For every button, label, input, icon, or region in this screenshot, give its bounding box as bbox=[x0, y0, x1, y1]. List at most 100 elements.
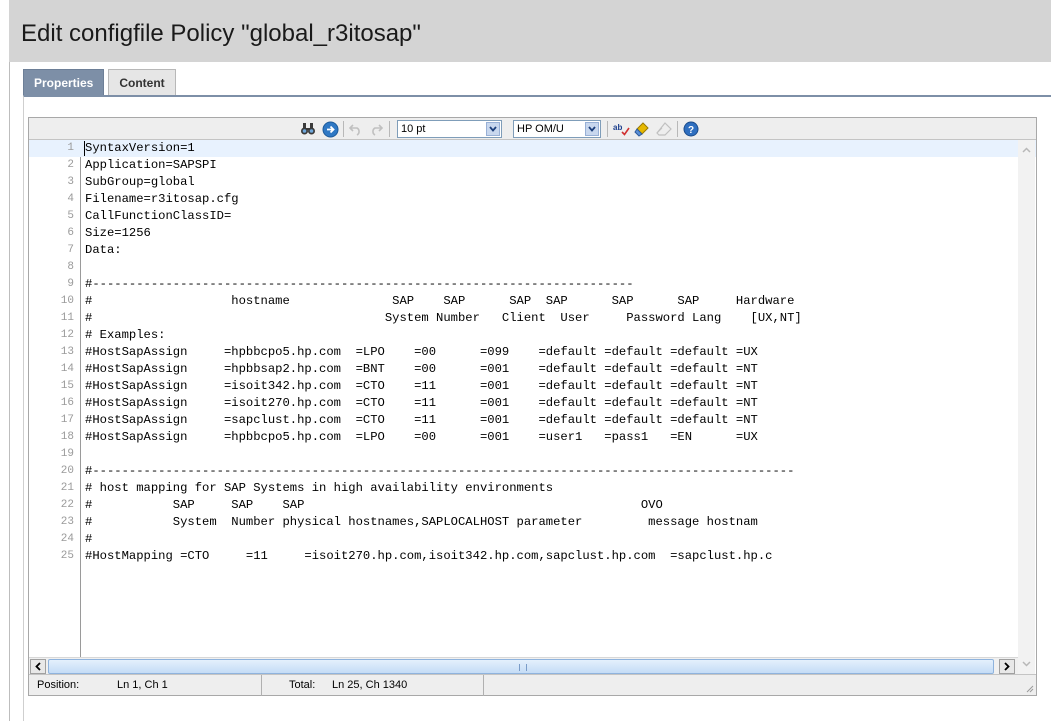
code-line[interactable]: 12 # Examples: bbox=[29, 327, 1036, 344]
line-text: # Examples: bbox=[85, 328, 166, 342]
code-line[interactable]: 14 #HostSapAssign =hpbbsap2.hp.com =BNT =… bbox=[29, 361, 1036, 378]
line-number: 9 bbox=[67, 278, 74, 290]
code-line[interactable]: 5 CallFunctionClassID= bbox=[29, 208, 1036, 225]
text-cursor bbox=[84, 141, 85, 156]
line-text: # bbox=[85, 532, 93, 546]
undo-icon[interactable] bbox=[347, 120, 365, 138]
scroll-down-icon[interactable] bbox=[1019, 656, 1034, 671]
line-text: #HostSapAssign =hpbbcpo5.hp.com =LPO =00… bbox=[85, 345, 758, 359]
chevron-down-icon bbox=[486, 122, 500, 136]
line-text: CallFunctionClassID= bbox=[85, 209, 232, 223]
status-bar: Position: Ln 1, Ch 1 Total: Ln 25, Ch 13… bbox=[29, 674, 1036, 696]
editor-toolbar: 10 pt HP OM/U ab ? bbox=[29, 118, 1036, 140]
tab-properties[interactable]: Properties bbox=[23, 69, 105, 95]
line-number: 19 bbox=[60, 448, 74, 460]
line-number: 10 bbox=[60, 295, 74, 307]
find-icon[interactable] bbox=[299, 120, 317, 138]
line-number: 21 bbox=[60, 482, 74, 494]
svg-text:ab: ab bbox=[613, 123, 622, 132]
total-value: Ln 25, Ch 1340 bbox=[332, 679, 408, 691]
scroll-up-icon[interactable] bbox=[1019, 142, 1034, 157]
line-number: 4 bbox=[67, 193, 74, 205]
line-number: 14 bbox=[60, 363, 74, 375]
line-number: 20 bbox=[60, 465, 74, 477]
line-text: # System Number Client User Password Lan… bbox=[85, 311, 802, 325]
line-text: #HostSapAssign =isoit342.hp.com =CTO =11… bbox=[85, 379, 758, 393]
position-value: Ln 1, Ch 1 bbox=[117, 679, 168, 691]
code-line[interactable]: 21 # host mapping for SAP Systems in high… bbox=[29, 480, 1036, 497]
line-text: #---------------------------------------… bbox=[85, 464, 795, 478]
clean-icon[interactable] bbox=[633, 120, 651, 138]
line-number: 12 bbox=[60, 329, 74, 341]
line-number: 18 bbox=[60, 431, 74, 443]
help-icon[interactable]: ? bbox=[682, 120, 700, 138]
code-area[interactable]: 1 SyntaxVersion=1 2 Application=SAPSPI 3 SubG… bbox=[29, 140, 1036, 657]
line-text: #HostSapAssign =sapclust.hp.com =CTO =11… bbox=[85, 413, 758, 427]
code-line[interactable]: 7 Data: bbox=[29, 242, 1036, 259]
line-text: # hostname SAP SAP SAP SAP SAP SAP Hardw… bbox=[85, 294, 795, 308]
line-number: 25 bbox=[60, 550, 74, 562]
line-number: 23 bbox=[60, 516, 74, 528]
code-line[interactable]: 18 #HostSapAssign =hpbbcpo5.hp.com =LPO =… bbox=[29, 429, 1036, 446]
vertical-scrollbar[interactable] bbox=[1018, 140, 1035, 674]
code-line[interactable]: 20 #-------------------------------------… bbox=[29, 463, 1036, 480]
code-line[interactable]: 16 #HostSapAssign =isoit270.hp.com =CTO =… bbox=[29, 395, 1036, 412]
line-text: # System Number physical hostnames,SAPLO… bbox=[85, 515, 758, 529]
font-size-value: 10 pt bbox=[401, 123, 426, 135]
title-bar: Edit configfile Policy "global_r3itosap" bbox=[9, 0, 1051, 62]
code-line[interactable]: 9 #--------------------------------------… bbox=[29, 276, 1036, 293]
resize-grip-icon[interactable] bbox=[1024, 683, 1034, 693]
line-text: #HostSapAssign =hpbbcpo5.hp.com =LPO =00… bbox=[85, 430, 758, 444]
horizontal-scrollbar[interactable] bbox=[29, 657, 1018, 674]
position-label: Position: bbox=[37, 679, 80, 691]
line-number: 2 bbox=[67, 159, 74, 171]
chevron-down-icon bbox=[585, 122, 599, 136]
goto-icon[interactable] bbox=[321, 120, 339, 138]
line-text: Size=1256 bbox=[85, 226, 151, 240]
line-text: #HostMapping =CTO =11 =isoit270.hp.com,i… bbox=[85, 549, 773, 563]
scroll-right-icon[interactable] bbox=[999, 659, 1015, 674]
code-line[interactable]: 3 SubGroup=global bbox=[29, 174, 1036, 191]
line-text: #---------------------------------------… bbox=[85, 277, 634, 291]
line-number: 5 bbox=[67, 210, 74, 222]
line-number: 8 bbox=[67, 261, 74, 273]
line-number: 24 bbox=[60, 533, 74, 545]
code-line[interactable]: 17 #HostSapAssign =sapclust.hp.com =CTO =… bbox=[29, 412, 1036, 429]
syntax-select[interactable]: HP OM/U bbox=[513, 120, 601, 138]
code-line[interactable]: 11 # System Number Client User Password L… bbox=[29, 310, 1036, 327]
font-size-select[interactable]: 10 pt bbox=[397, 120, 502, 138]
code-line[interactable]: 25 #HostMapping =CTO =11 =isoit270.hp.com… bbox=[29, 548, 1036, 565]
code-line[interactable]: 19 bbox=[29, 446, 1036, 463]
code-line[interactable]: 4 Filename=r3itosap.cfg bbox=[29, 191, 1036, 208]
code-line[interactable]: 15 #HostSapAssign =isoit342.hp.com =CTO =… bbox=[29, 378, 1036, 395]
line-text: # host mapping for SAP Systems in high a… bbox=[85, 481, 554, 495]
line-text: Data: bbox=[85, 243, 122, 257]
code-line[interactable]: 22 # SAP SAP SAP OVO bbox=[29, 497, 1036, 514]
horizontal-scroll-thumb[interactable] bbox=[48, 659, 994, 674]
redo-icon[interactable] bbox=[367, 120, 385, 138]
line-number: 11 bbox=[60, 312, 74, 324]
code-line[interactable]: 2 Application=SAPSPI bbox=[29, 157, 1036, 174]
line-text: #HostSapAssign =hpbbsap2.hp.com =BNT =00… bbox=[85, 362, 758, 376]
line-number: 1 bbox=[67, 142, 74, 154]
spellcheck-icon[interactable]: ab bbox=[612, 120, 630, 138]
code-line[interactable]: 8 bbox=[29, 259, 1036, 276]
line-text: SyntaxVersion=1 bbox=[85, 141, 195, 155]
code-line[interactable]: 10 # hostname SAP SAP SAP SAP SAP SAP Har… bbox=[29, 293, 1036, 310]
line-text: Application=SAPSPI bbox=[85, 158, 217, 172]
erase-icon[interactable] bbox=[655, 120, 673, 138]
syntax-value: HP OM/U bbox=[517, 123, 564, 135]
code-line[interactable]: 1 SyntaxVersion=1 bbox=[29, 140, 1036, 157]
tab-strip: Properties Content bbox=[23, 69, 180, 95]
code-line[interactable]: 23 # System Number physical hostnames,SAP… bbox=[29, 514, 1036, 531]
total-label: Total: bbox=[289, 679, 316, 691]
line-number: 6 bbox=[67, 227, 74, 239]
tab-content[interactable]: Content bbox=[108, 69, 176, 95]
line-text: SubGroup=global bbox=[85, 175, 195, 189]
code-line[interactable]: 24 # bbox=[29, 531, 1036, 548]
left-border bbox=[9, 62, 10, 721]
code-line[interactable]: 6 Size=1256 bbox=[29, 225, 1036, 242]
line-number: 15 bbox=[60, 380, 74, 392]
code-line[interactable]: 13 #HostSapAssign =hpbbcpo5.hp.com =LPO =… bbox=[29, 344, 1036, 361]
scroll-left-icon[interactable] bbox=[30, 659, 46, 674]
